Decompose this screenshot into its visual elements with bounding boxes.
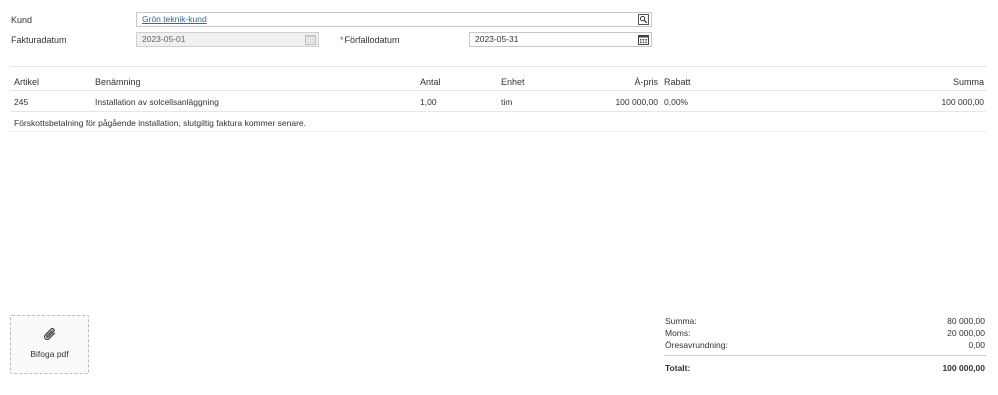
totals-rounding-value: 0,00 [968, 340, 985, 350]
paperclip-icon [43, 328, 56, 341]
required-marker: * [340, 35, 344, 45]
attach-pdf-button[interactable]: Bifoga pdf [10, 315, 89, 374]
row-description: Installation av solcellsanläggning [95, 97, 219, 107]
due-date-value[interactable]: 2023-05-31 [475, 33, 518, 46]
col-description: Benämning [95, 77, 141, 87]
invoice-date-value: 2023-05-01 [142, 34, 186, 44]
row-unit-price: 100 000,00 [615, 97, 658, 107]
row-discount: 0,00% [664, 97, 689, 107]
invoice-note: Förskottsbetalning för pågående installa… [14, 118, 306, 128]
customer-lookup-icon[interactable] [638, 14, 649, 25]
row-divider [10, 111, 986, 112]
totals-total-value: 100 000,00 [942, 363, 985, 373]
customer-link[interactable]: Grön teknik-kund [142, 13, 207, 26]
due-date-field[interactable]: 2023-05-31 [469, 32, 652, 47]
row-quantity: 1,00 [420, 97, 437, 107]
col-discount: Rabatt [664, 77, 691, 87]
col-unit: Enhet [501, 77, 525, 87]
note-divider [10, 131, 986, 132]
totals-rounding-label: Öresavrundning: [665, 340, 728, 350]
customer-field[interactable]: Grön teknik-kund [136, 12, 652, 27]
attach-pdf-label: Bifoga pdf [30, 349, 69, 359]
calendar-icon [305, 35, 316, 45]
row-unit: tim [501, 97, 513, 107]
row-sum: 100 000,00 [941, 97, 984, 107]
due-date-label: Förfallodatum [344, 35, 400, 45]
row-article: 245 [14, 97, 29, 107]
col-quantity: Antal [420, 77, 441, 87]
totals-vat-value: 20 000,00 [947, 328, 985, 338]
header-divider [10, 90, 986, 91]
due-date-label-wrap: *Förfallodatum [340, 35, 400, 45]
totals-sum-label: Summa: [665, 316, 697, 326]
totals-total-label: Totalt: [665, 363, 691, 373]
customer-label: Kund [11, 15, 33, 25]
calendar-icon[interactable] [638, 34, 649, 45]
table-top-divider [10, 66, 986, 67]
col-sum: Summa [952, 77, 984, 87]
totals-divider [664, 355, 986, 356]
invoice-date-label: Fakturadatum [11, 35, 67, 45]
col-unit-price: À-pris [634, 77, 658, 87]
invoice-date-field: 2023-05-01 [136, 32, 319, 47]
totals-vat-label: Moms: [665, 328, 691, 338]
col-article: Artikel [14, 77, 40, 87]
totals-sum-value: 80 000,00 [947, 316, 985, 326]
